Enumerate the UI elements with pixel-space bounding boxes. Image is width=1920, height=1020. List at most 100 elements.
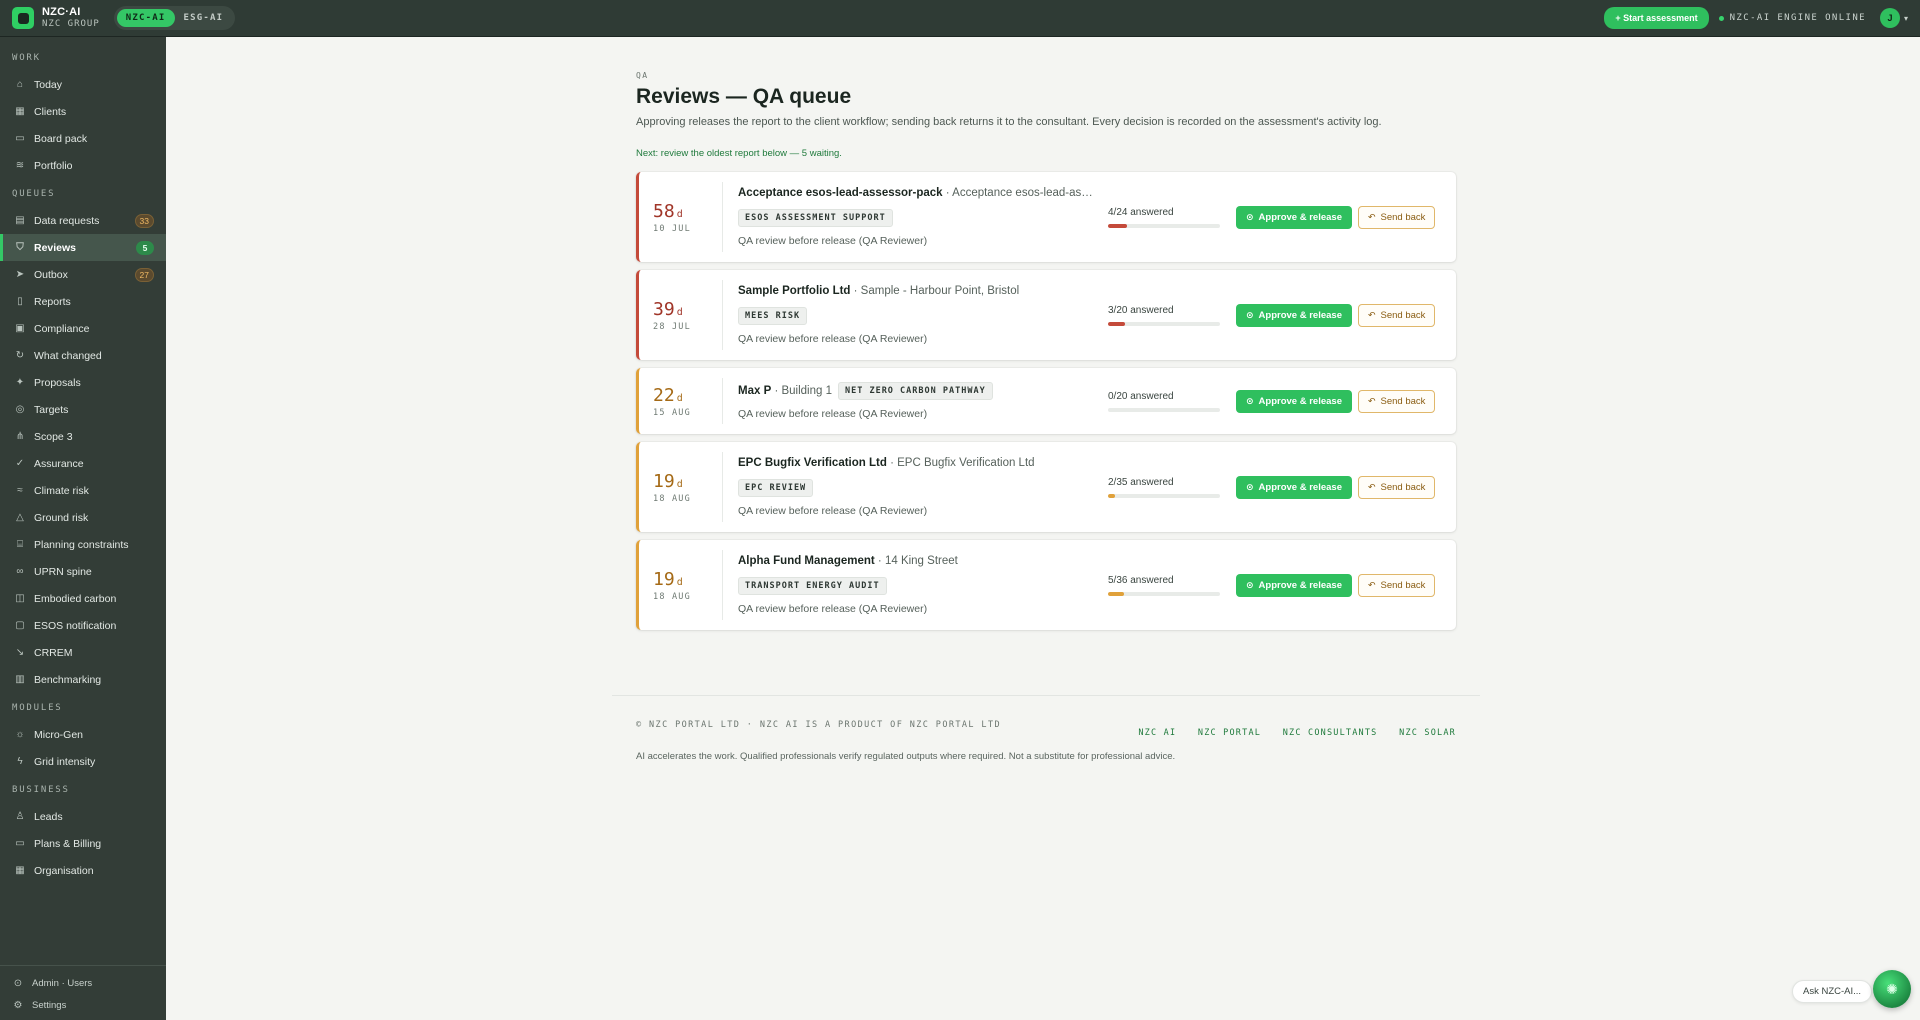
age-days: 39 d bbox=[653, 299, 722, 320]
review-title[interactable]: EPC Bugfix Verification Ltd · EPC Bugfix… bbox=[738, 457, 1094, 469]
sidebar-item-esos-notification[interactable]: ▢ ESOS notification bbox=[0, 612, 166, 639]
avatar[interactable]: J bbox=[1879, 8, 1900, 28]
start-assessment-button[interactable]: + Start assessment bbox=[1604, 7, 1709, 29]
sidebar-item-label: Reports bbox=[34, 295, 71, 308]
approve-release-button[interactable]: ⊙ Approve & release bbox=[1236, 205, 1352, 229]
sidebar-item-data-requests[interactable]: ▤ Data requests 33 bbox=[0, 207, 166, 234]
review-note: QA review before release (QA Reviewer) bbox=[738, 603, 928, 615]
sidebar-item-reviews[interactable]: ⛉ Reviews 5 bbox=[0, 234, 166, 261]
age-unit: d bbox=[676, 208, 683, 220]
sidebar-item-clients[interactable]: ▦ Clients bbox=[0, 98, 166, 125]
undo-icon: ↶ bbox=[1367, 309, 1376, 320]
sidebar-item-label: Compliance bbox=[34, 322, 90, 335]
review-title[interactable]: Acceptance esos-lead-assessor-pack · Acc… bbox=[738, 187, 1094, 199]
sidebar-item-uprn-spine[interactable]: ∞ UPRN spine bbox=[0, 558, 166, 585]
footer-link-nzc-consultants[interactable]: NZC CONSULTANTS bbox=[1283, 728, 1378, 738]
switch-esg-ai[interactable]: ESG-AI bbox=[175, 9, 233, 27]
footer-link-nzc-portal[interactable]: NZC PORTAL bbox=[1198, 728, 1261, 738]
due-date: 18 AUG bbox=[653, 591, 691, 602]
review-card[interactable]: 19 d 18 AUG EPC Bugfix Verification Ltd ·… bbox=[636, 442, 1456, 532]
review-card[interactable]: 39 d 28 JUL Sample Portfolio Ltd · Sample… bbox=[636, 270, 1456, 360]
sidebar-item-leads[interactable]: ♙ Leads bbox=[0, 803, 166, 830]
review-info: Acceptance esos-lead-assessor-pack · Acc… bbox=[723, 173, 1108, 261]
send-back-button[interactable]: ↶ Send back bbox=[1357, 475, 1436, 499]
send-back-button[interactable]: ↶ Send back bbox=[1357, 303, 1436, 327]
answered-count: 5/36 answered bbox=[1108, 574, 1174, 586]
sidebar-item-label: Proposals bbox=[34, 376, 81, 389]
review-title[interactable]: Sample Portfolio Ltd · Sample - Harbour … bbox=[738, 285, 1094, 297]
count-badge: 27 bbox=[134, 267, 154, 282]
sidebar-item-planning-constraints[interactable]: ⌸ Planning constraints bbox=[0, 531, 166, 558]
approve-release-button[interactable]: ⊙ Approve & release bbox=[1236, 303, 1352, 327]
sidebar-item-micro-gen[interactable]: ☼ Micro-Gen bbox=[0, 721, 166, 748]
sidebar-item-reports[interactable]: ▯ Reports bbox=[0, 288, 166, 315]
review-info: Sample Portfolio Ltd · Sample - Harbour … bbox=[723, 271, 1108, 359]
review-card[interactable]: 58 d 10 JUL Acceptance esos-lead-assessor… bbox=[636, 172, 1456, 262]
sidebar-item-crrem[interactable]: ↘ CRREM bbox=[0, 639, 166, 666]
approve-release-button[interactable]: ⊙ Approve & release bbox=[1236, 573, 1352, 597]
footer-link-nzc-ai[interactable]: NZC AI bbox=[1138, 728, 1176, 738]
sidebar-nav: WORK ⌂ Today ▦ Clients ▭ Board pack ≋ Po… bbox=[0, 53, 166, 884]
ask-assistant-bubble[interactable]: Ask NZC-AI... bbox=[1792, 980, 1873, 1003]
send-back-label: Send back bbox=[1380, 211, 1426, 223]
sidebar-item-assurance[interactable]: ✓ Assurance bbox=[0, 450, 166, 477]
progress-bar bbox=[1108, 407, 1220, 412]
sidebar-item-proposals[interactable]: ✦ Proposals bbox=[0, 369, 166, 396]
send-back-button[interactable]: ↶ Send back bbox=[1357, 573, 1436, 597]
building-icon: ▦ bbox=[15, 106, 25, 117]
progress-fill bbox=[1108, 493, 1115, 498]
assistant-orb-icon[interactable]: ✺ bbox=[1873, 970, 1911, 1008]
sidebar-item-board-pack[interactable]: ▭ Board pack bbox=[0, 125, 166, 152]
review-card[interactable]: 22 d 15 AUG Max P · Building 1 NET ZERO CA… bbox=[636, 368, 1456, 434]
sidebar-item-label: Embodied carbon bbox=[34, 592, 117, 605]
progress-fill bbox=[1108, 591, 1124, 596]
sidebar-item-settings[interactable]: ⚙ Settings bbox=[0, 994, 166, 1016]
age-block: 19 d 18 AUG bbox=[639, 452, 723, 522]
review-list: 58 d 10 JUL Acceptance esos-lead-assessor… bbox=[636, 172, 1456, 630]
sidebar-item-outbox[interactable]: ➤ Outbox 27 bbox=[0, 261, 166, 288]
switch-nzc-ai[interactable]: NZC-AI bbox=[116, 9, 175, 27]
sidebar-item-admin-users[interactable]: ⊙ Admin · Users bbox=[0, 972, 166, 994]
sidebar-item-grid-intensity[interactable]: ϟ Grid intensity bbox=[0, 748, 166, 775]
due-date: 28 JUL bbox=[653, 321, 691, 332]
sidebar-item-embodied-carbon[interactable]: ◫ Embodied carbon bbox=[0, 585, 166, 612]
brand-name: NZC·AI bbox=[42, 6, 81, 18]
site-name: · Acceptance esos-lead-ass… bbox=[942, 187, 1094, 199]
age-block: 19 d 18 AUG bbox=[639, 550, 723, 620]
logo-icon[interactable] bbox=[12, 7, 34, 29]
sidebar-item-organisation[interactable]: ▦ Organisation bbox=[0, 857, 166, 884]
chevron-down-icon: ▾ bbox=[1903, 13, 1908, 23]
approve-release-button[interactable]: ⊙ Approve & release bbox=[1236, 475, 1352, 499]
sidebar-item-benchmarking[interactable]: ▥ Benchmarking bbox=[0, 666, 166, 693]
target-icon: ◎ bbox=[15, 404, 25, 415]
sidebar-item-label: Data requests bbox=[34, 214, 100, 227]
send-back-button[interactable]: ↶ Send back bbox=[1357, 205, 1436, 229]
sidebar-item-plans-billing[interactable]: ▭ Plans & Billing bbox=[0, 830, 166, 857]
approve-release-button[interactable]: ⊙ Approve & release bbox=[1236, 389, 1352, 413]
sidebar-item-scope-3[interactable]: ⋔ Scope 3 bbox=[0, 423, 166, 450]
footer-links: NZC AI NZC PORTAL NZC CONSULTANTS NZC SO… bbox=[1126, 720, 1456, 739]
user-menu[interactable]: J ▾ bbox=[1879, 8, 1908, 28]
progress-bar bbox=[1108, 591, 1220, 596]
page-title: Reviews — QA queue bbox=[636, 85, 852, 108]
sidebar-item-today[interactable]: ⌂ Today bbox=[0, 71, 166, 98]
footer-link-nzc-solar[interactable]: NZC SOLAR bbox=[1399, 728, 1456, 738]
sidebar-item-label: Grid intensity bbox=[34, 755, 96, 768]
answer-progress: 4/24 answered bbox=[1108, 207, 1220, 228]
sidebar-item-compliance[interactable]: ▣ Compliance bbox=[0, 315, 166, 342]
answered-count: 0/20 answered bbox=[1108, 390, 1174, 402]
sidebar-item-ground-risk[interactable]: △ Ground risk bbox=[0, 504, 166, 531]
send-back-button[interactable]: ↶ Send back bbox=[1357, 389, 1436, 413]
client-name: EPC Bugfix Verification Ltd bbox=[738, 457, 887, 469]
sidebar-item-what-changed[interactable]: ↻ What changed bbox=[0, 342, 166, 369]
sidebar-item-targets[interactable]: ◎ Targets bbox=[0, 396, 166, 423]
link-icon: ∞ bbox=[16, 566, 24, 577]
review-title[interactable]: Alpha Fund Management · 14 King Street bbox=[738, 555, 1094, 567]
sidebar-item-portfolio[interactable]: ≋ Portfolio bbox=[0, 152, 166, 179]
review-card[interactable]: 19 d 18 AUG Alpha Fund Management · 14 Ki… bbox=[636, 540, 1456, 630]
age-value: 39 bbox=[653, 298, 675, 320]
sidebar-item-climate-risk[interactable]: ≈ Climate risk bbox=[0, 477, 166, 504]
review-title[interactable]: Max P · Building 1 NET ZERO CARBON PATHWA… bbox=[738, 382, 1094, 400]
answer-progress: 3/20 answered bbox=[1108, 305, 1220, 326]
site-name: · 14 King Street bbox=[874, 555, 958, 567]
